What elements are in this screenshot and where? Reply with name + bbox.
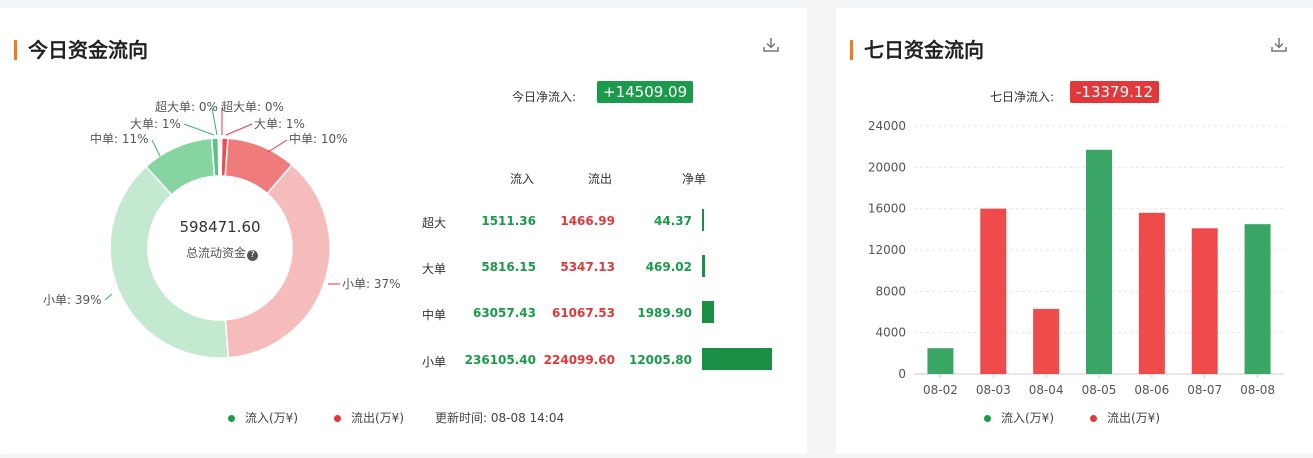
donut-label: 中单: 10% [289,131,348,146]
row-outflow: 1466.99 [560,214,615,228]
row-outflow: 5347.13 [560,260,615,274]
y-tick-label: 24000 [868,119,906,133]
row-category: 大单 [422,262,447,276]
row-inflow: 5816.15 [481,260,536,274]
donut-slice[interactable] [109,165,230,359]
x-tick-label: 08-04 [1029,383,1064,397]
seven-day-bar-chart: 0 4000 8000 12000 16000 20000 24000 08-02 08-03 0… [868,119,1284,397]
donut-slice[interactable] [224,163,331,359]
header-outflow: 流出 [588,172,613,186]
x-tick-label: 08-08 [1240,383,1275,397]
x-tick-label: 08-03 [976,383,1011,397]
donut-label: 超大单: 0% [155,99,218,114]
row-category: 小单 [422,355,447,369]
seven-net-badge: -13379.12 [1070,81,1159,103]
seven-title: 七日资金流向 [850,38,984,62]
bar-08-07[interactable] [1191,228,1218,374]
donut-label: 中单: 11% [90,131,149,146]
row-outflow: 224099.60 [543,353,615,367]
legend-inflow-label: 流入(万¥) [1001,411,1054,425]
row-inflow: 63057.43 [472,306,536,320]
legend-outflow-label: 流出(万¥) [1107,411,1160,425]
bar-08-06[interactable] [1138,212,1165,374]
legend-inflow[interactable]: 流入(万¥) [228,409,298,426]
net-bar [702,209,704,231]
x-tick-label: 08-07 [1187,383,1222,397]
update-time: 更新时间: 08-08 14:04 [435,411,565,425]
table-row: 小单 236105.40 224099.60 12005.80 [410,348,780,377]
seven-net-label: 七日净流入: [990,90,1055,104]
legend-inflow-label: 流入(万¥) [245,411,298,425]
donut-label: 超大单: 0% [221,99,284,114]
donut-label: 大单: 1% [254,117,305,131]
y-tick-label: 8000 [875,284,906,298]
y-tick-label: 16000 [868,202,906,216]
total-value: 598471.60 [179,218,261,236]
bar-08-02[interactable] [927,348,954,374]
legend-outflow[interactable]: 流出(万¥) [1090,409,1160,426]
table-row: 中单 63057.43 61067.53 1989.90 [410,301,780,330]
seven-day-flow-card: 七日资金流向 七日净流入: -13379.12 0 4000 8000 12000 16… [836,8,1313,454]
y-tick-label: 20000 [868,160,906,174]
donut-label-line [267,139,288,153]
row-inflow: 236105.40 [464,353,536,367]
row-net: 12005.80 [628,353,692,367]
total-label: 总流动资金? [172,244,272,261]
today-net-label: 今日净流入: [512,90,577,104]
legend-inflow[interactable]: 流入(万¥) [984,409,1054,426]
donut-label-line [151,139,161,157]
header-net: 净单 [682,172,707,186]
total-label-text: 总流动资金 [185,246,246,260]
row-category: 中单 [422,308,447,322]
legend-dot-inflow [984,415,991,422]
table-row: 大单 5816.15 5347.13 469.02 [410,255,780,284]
donut-label: 大单: 1% [130,117,181,131]
net-bar [702,348,772,370]
x-tick-label: 08-02 [923,383,958,397]
row-outflow: 61067.53 [551,306,615,320]
row-net: 469.02 [645,260,692,274]
bar-08-05[interactable] [1086,149,1112,374]
y-tick-label: 4000 [875,326,906,340]
row-category: 超大 [422,216,447,230]
help-icon[interactable]: ? [247,250,258,261]
donut-label-line [104,293,113,301]
donut-label-line [225,123,253,136]
legend-dot-outflow [1090,415,1097,422]
net-bar [702,301,714,323]
bar-08-03[interactable] [980,208,1007,374]
today-flow-card: 今日资金流向 今日净流入: +14509.09 超大单: 0% 超大单: 0% 大单… [0,8,807,454]
legend-outflow-label: 流出(万¥) [351,411,404,425]
donut-label: 小单: 39% [43,293,102,307]
row-net: 1989.90 [637,306,692,320]
today-title: 今日资金流向 [14,38,148,62]
y-tick-label: 0 [898,367,906,381]
bar-08-08[interactable] [1244,224,1271,374]
x-tick-label: 08-06 [1134,383,1169,397]
net-bar [702,255,705,277]
legend-outflow[interactable]: 流出(万¥) [334,409,404,426]
header-inflow: 流入 [510,172,535,186]
x-tick-label: 08-05 [1082,383,1117,397]
y-tick-label: 12000 [868,243,906,257]
donut-label-line [183,123,215,136]
row-inflow: 1511.36 [481,214,536,228]
download-icon[interactable] [1270,36,1288,58]
bar-08-04[interactable] [1033,308,1060,374]
donut-slice[interactable] [219,137,223,177]
download-icon[interactable] [762,36,780,58]
today-net-badge: +14509.09 [597,81,694,103]
row-net: 44.37 [654,214,692,228]
legend-dot-inflow [228,415,235,422]
legend-dot-outflow [334,415,341,422]
table-row: 超大 1511.36 1466.99 44.37 [410,209,780,238]
donut-label: 小单: 37% [342,277,400,291]
